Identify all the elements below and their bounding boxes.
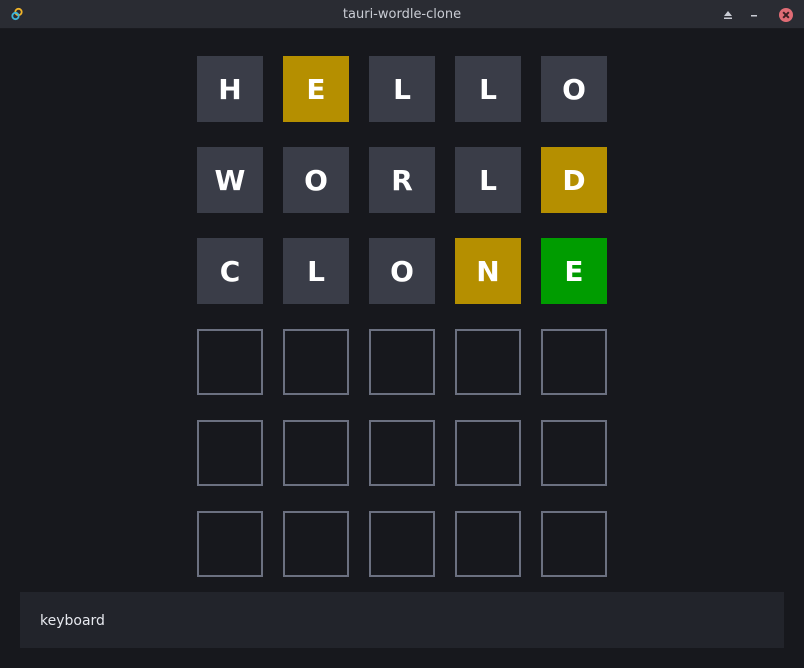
- letter-tile: L: [455, 147, 521, 213]
- letter-tile: N: [455, 238, 521, 304]
- letter-tile: L: [455, 56, 521, 122]
- letter-tile: [197, 329, 263, 395]
- letter-tile: W: [197, 147, 263, 213]
- letter-tile: [541, 329, 607, 395]
- letter-tile: [369, 329, 435, 395]
- letter-tile: [283, 420, 349, 486]
- eject-icon: [723, 10, 732, 19]
- minimize-icon: [750, 14, 757, 16]
- board-row: [197, 420, 607, 486]
- letter-tile: O: [541, 56, 607, 122]
- keyboard-area[interactable]: keyboard: [20, 592, 784, 648]
- board-row: [197, 511, 607, 577]
- letter-tile: C: [197, 238, 263, 304]
- letter-tile: [369, 420, 435, 486]
- board-row: HELLO: [197, 56, 607, 122]
- letter-tile: [283, 329, 349, 395]
- letter-tile: O: [369, 238, 435, 304]
- letter-tile: [369, 511, 435, 577]
- close-button[interactable]: [777, 6, 794, 23]
- app-window: tauri-wordle-clone HELLOWORLDCLONE keybo…: [0, 0, 804, 668]
- letter-tile: [283, 511, 349, 577]
- window-title: tauri-wordle-clone: [342, 7, 462, 22]
- game-board: HELLOWORLDCLONE: [197, 56, 607, 577]
- minimize-button[interactable]: [745, 6, 762, 23]
- board-row: WORLD: [197, 147, 607, 213]
- letter-tile: D: [541, 147, 607, 213]
- title-bar[interactable]: tauri-wordle-clone: [0, 0, 804, 29]
- letter-tile: [197, 511, 263, 577]
- letter-tile: E: [283, 56, 349, 122]
- tauri-app-icon: [11, 7, 23, 21]
- keep-above-button[interactable]: [719, 6, 736, 23]
- letter-tile: [455, 511, 521, 577]
- letter-tile: [541, 420, 607, 486]
- letter-tile: H: [197, 56, 263, 122]
- letter-tile: L: [369, 56, 435, 122]
- letter-tile: L: [283, 238, 349, 304]
- letter-tile: [197, 420, 263, 486]
- close-icon: [778, 7, 793, 22]
- letter-tile: [541, 511, 607, 577]
- board-row: [197, 329, 607, 395]
- letter-tile: [455, 329, 521, 395]
- letter-tile: E: [541, 238, 607, 304]
- keyboard-label: keyboard: [40, 613, 105, 629]
- letter-tile: [455, 420, 521, 486]
- letter-tile: O: [283, 147, 349, 213]
- board-row: CLONE: [197, 238, 607, 304]
- letter-tile: R: [369, 147, 435, 213]
